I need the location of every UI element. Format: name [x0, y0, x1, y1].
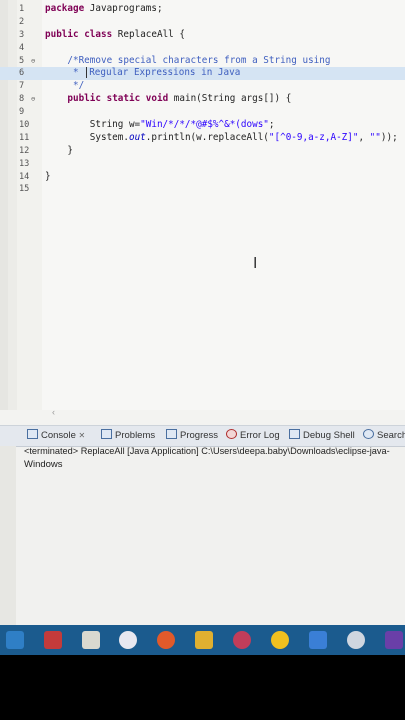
code-line-7: 7 */ — [19, 80, 85, 92]
fold-collapse-icon[interactable]: ⊖ — [31, 55, 35, 68]
code-line-2: 2 — [0, 16, 405, 29]
code-line-3: 3 public class ReplaceAll { — [19, 28, 185, 40]
search-icon — [363, 429, 374, 439]
console-left-strip — [0, 446, 16, 626]
scroll-left-icon[interactable]: ‹ — [52, 407, 55, 417]
code-line-11: 11 System.out.println(w.replaceAll("[^0-… — [19, 131, 398, 143]
close-icon[interactable]: ✕ — [79, 431, 86, 440]
debug-shell-icon — [289, 429, 300, 439]
line-number: 14 — [19, 171, 30, 182]
code-line-14: 14} — [19, 170, 51, 182]
line-number: 10 — [19, 120, 30, 131]
text-caret — [86, 67, 88, 79]
console-status-line: <terminated> ReplaceAll [Java Applicatio… — [24, 446, 390, 456]
tab-debug-shell[interactable]: Debug Shell — [289, 429, 355, 443]
taskbar — [0, 625, 405, 655]
code-editor[interactable]: 1 package Javaprograms; 2 3 public class R… — [0, 0, 405, 417]
folder-icon[interactable] — [82, 631, 100, 649]
tab-progress[interactable]: Progress — [166, 429, 218, 443]
line-number: 1 — [19, 4, 25, 14]
code-area[interactable]: 1 package Javaprograms; 2 3 public class R… — [0, 3, 405, 196]
chrome-pin-icon[interactable] — [44, 631, 62, 649]
console-view: Console ✕ Problems Progress Error Log De… — [0, 425, 405, 626]
code-text: package Javaprograms; — [45, 3, 163, 14]
code-line-15: 15 — [0, 183, 405, 196]
error-log-icon — [226, 429, 237, 439]
code-line-4: 4 — [0, 42, 405, 55]
code-line-8: 8 ⊖ public static void main(String args[]… — [19, 93, 292, 106]
mouse-cursor-icon: I — [253, 254, 258, 272]
code-line-9: 9 — [0, 106, 405, 119]
view-tabs: Console ✕ Problems Progress Error Log De… — [0, 426, 405, 447]
app-icon[interactable] — [233, 631, 251, 649]
line-number: 9 — [19, 107, 25, 118]
line-number: 13 — [19, 158, 30, 169]
line-number: 11 — [19, 132, 30, 143]
fold-collapse-icon[interactable]: ⊖ — [31, 93, 35, 106]
console-icon — [27, 429, 38, 439]
media-icon[interactable] — [119, 631, 137, 649]
paint-icon[interactable] — [195, 631, 213, 649]
cloud-icon[interactable] — [347, 631, 365, 649]
start-icon[interactable] — [6, 631, 24, 649]
line-number: 12 — [19, 145, 30, 156]
line-number: 7 — [19, 81, 25, 92]
shield-icon[interactable] — [309, 631, 327, 649]
block-icon[interactable] — [157, 631, 175, 649]
tab-search[interactable]: Search — [363, 429, 405, 443]
visual-studio-icon[interactable] — [385, 631, 403, 649]
line-number: 6 — [19, 68, 25, 79]
code-line-6: 6 * Regular Expressions in Java — [0, 67, 405, 81]
line-number: 4 — [19, 42, 25, 53]
screen: 1 package Javaprograms; 2 3 public class R… — [0, 0, 405, 655]
console-output[interactable]: Windows — [24, 459, 63, 470]
code-line-13: 13 — [0, 158, 405, 171]
tab-error-log[interactable]: Error Log — [226, 429, 280, 443]
tab-problems[interactable]: Problems — [101, 429, 155, 443]
code-line-5: 5 ⊖ /*Remove special characters from a St… — [19, 54, 331, 68]
progress-icon — [166, 429, 177, 439]
line-number: 15 — [19, 184, 30, 195]
tab-console[interactable]: Console ✕ — [27, 429, 85, 443]
code-line-12: 12 } — [19, 144, 73, 156]
problems-icon — [101, 429, 112, 439]
code-line-10: 10 String w="Win/*/*/*@#$%^&*(dows"; — [19, 119, 275, 131]
line-number: 2 — [19, 16, 25, 27]
code-line-1: 1 package Javaprograms; — [0, 3, 405, 16]
chrome-icon[interactable] — [271, 631, 289, 649]
line-number: 3 — [19, 29, 25, 40]
